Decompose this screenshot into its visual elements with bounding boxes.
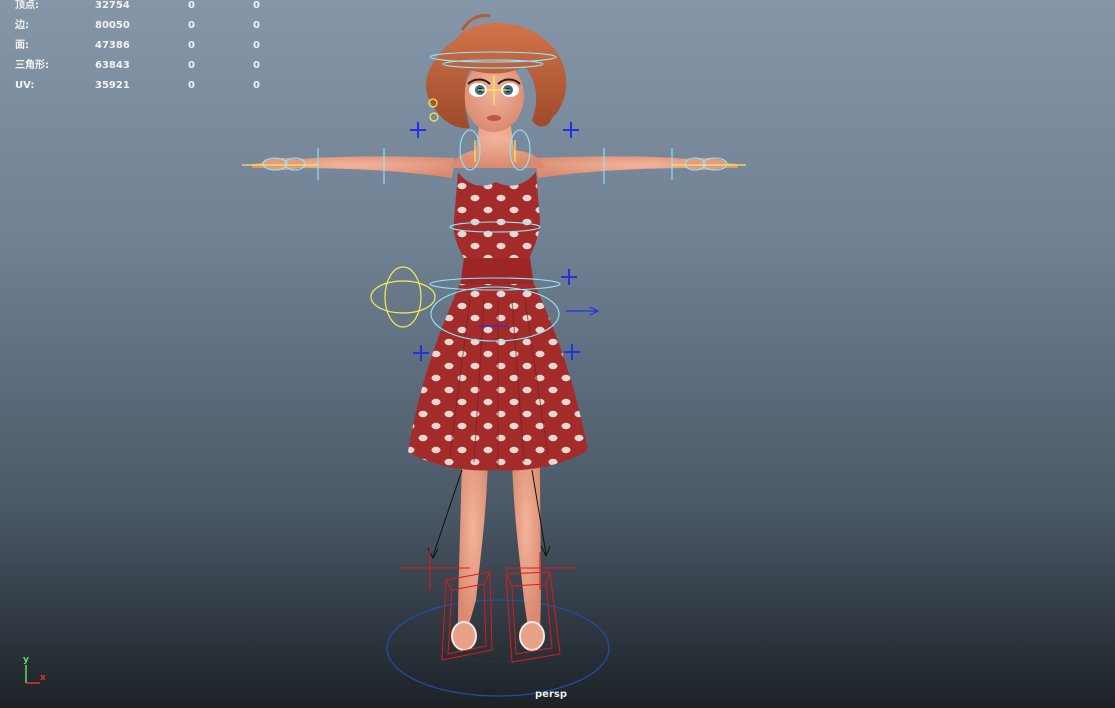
hud-value: 63843 [95, 60, 130, 71]
hud-label: 边: [15, 20, 29, 31]
hud-value: 0 [253, 80, 260, 91]
hud-value: 0 [188, 40, 195, 51]
hud-label: 面: [15, 40, 29, 51]
hud-row-triangles: 三角形: 63843 0 0 [0, 60, 270, 74]
axis-gizmo-icon: y x [18, 655, 58, 691]
hud-value: 0 [253, 60, 260, 71]
hud-value: 0 [188, 0, 195, 11]
ground-controls[interactable] [386, 599, 610, 697]
hud-value: 0 [188, 20, 195, 31]
axis-y-label: y [23, 655, 29, 665]
hud-value: 0 [253, 0, 260, 11]
axis-x-label: x [40, 673, 46, 683]
hud-value: 0 [253, 20, 260, 31]
hud-row-edges: 边: 80050 0 0 [0, 20, 270, 34]
hud-value: 0 [188, 60, 195, 71]
poly-count-hud: 顶点: 32754 0 0 边: 80050 0 0 面: 47386 0 0 … [0, 0, 270, 95]
hud-value: 35921 [95, 80, 130, 91]
hud-value: 47386 [95, 40, 130, 51]
hud-row-uvs: UV: 35921 0 0 [0, 80, 270, 94]
hud-value: 80050 [95, 20, 130, 31]
character-model[interactable] [252, 14, 738, 651]
camera-name-label: persp [535, 689, 567, 700]
hud-value: 0 [188, 80, 195, 91]
hud-label: 三角形: [15, 60, 49, 71]
hud-row-vertices: 顶点: 32754 0 0 [0, 0, 270, 14]
hud-value: 32754 [95, 0, 130, 11]
hud-label: 顶点: [15, 0, 39, 11]
perspective-viewport[interactable] [0, 0, 1115, 708]
hud-value: 0 [253, 40, 260, 51]
hud-row-faces: 面: 47386 0 0 [0, 40, 270, 54]
hud-label: UV: [15, 80, 35, 91]
